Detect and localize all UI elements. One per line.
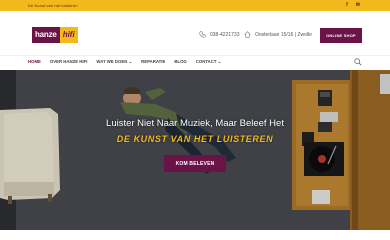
nav-item-home[interactable]: HOME: [28, 59, 41, 65]
logo-text-hanze: hanze: [32, 27, 60, 43]
top-bar: De Kunst van het luisteren f ✉: [0, 0, 390, 11]
phone-number: 038-4221733: [210, 31, 240, 38]
site-header: hanze hifi 038-4221733 Oosterlaan 15/16 …: [0, 11, 390, 55]
tagline: De Kunst van het luisteren: [28, 3, 78, 8]
phone-icon: [199, 31, 206, 38]
hero-banner: Luister Niet Naar Muziek, Maar Beleef He…: [0, 70, 390, 230]
nav-item-contact[interactable]: CONTACT ⌄: [196, 59, 221, 65]
social-links: f ✉: [346, 3, 360, 8]
home-icon: [244, 31, 251, 38]
nav-item-wat-we-doen[interactable]: WAT WE DOEN ⌄: [96, 59, 132, 65]
kom-beleven-button[interactable]: KOM BELEVEN: [164, 155, 226, 172]
mail-icon[interactable]: ✉: [356, 3, 360, 8]
logo[interactable]: hanze hifi: [32, 27, 78, 43]
nav-item-over-hanze-hifi[interactable]: OVER HANZE HIFI: [50, 59, 87, 65]
nav-menu: HOME OVER HANZE HIFI WAT WE DOEN ⌄ REPAR…: [28, 59, 230, 65]
facebook-icon[interactable]: f: [346, 3, 348, 8]
main-nav: HOME OVER HANZE HIFI WAT WE DOEN ⌄ REPAR…: [0, 55, 390, 70]
address-contact[interactable]: Oosterlaan 15/16 | Zwolle: [244, 31, 312, 38]
content-start: [0, 230, 390, 240]
nav-item-reparatie[interactable]: REPARATIE: [141, 59, 165, 65]
logo-text-hifi: hifi: [59, 27, 78, 43]
hero-background-photo: [0, 70, 390, 230]
phone-contact[interactable]: 038-4221733: [199, 31, 239, 38]
hero-subline: DE KUNST VAN HET LUISTEREN: [116, 134, 274, 144]
page: De Kunst van het luisteren f ✉ hanze hif…: [0, 0, 390, 240]
search-icon[interactable]: [354, 58, 362, 66]
address-text: Oosterlaan 15/16 | Zwolle: [255, 31, 312, 38]
hero-headline: Luister Niet Naar Muziek, Maar Beleef He…: [106, 118, 284, 129]
online-shop-button[interactable]: ONLINE SHOP: [320, 28, 362, 43]
nav-item-blog[interactable]: BLOG: [174, 59, 186, 65]
